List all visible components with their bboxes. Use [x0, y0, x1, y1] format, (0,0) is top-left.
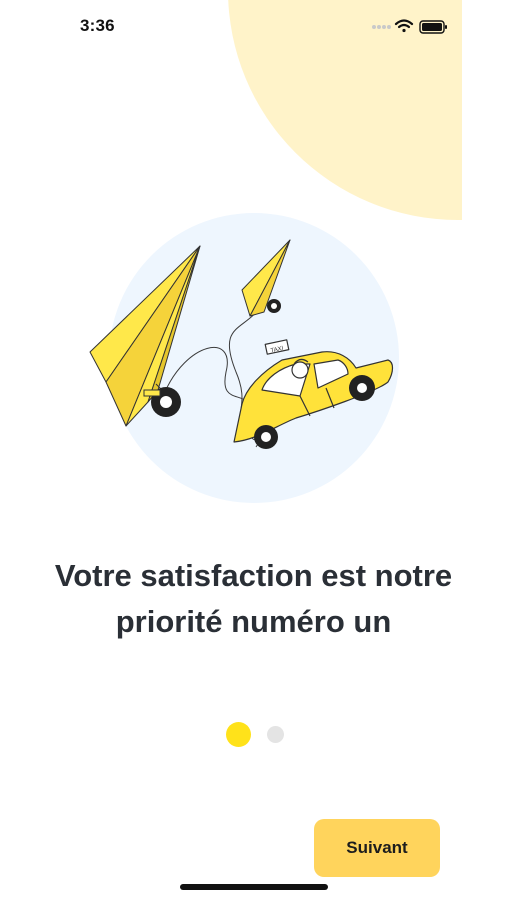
status-icons [372, 19, 447, 34]
status-bar: 3:36 [0, 0, 507, 54]
small-plane-wheel-icon [267, 299, 281, 313]
signal-dots-icon [372, 25, 391, 29]
page-dot[interactable] [267, 725, 284, 743]
taxi-front-wheel-icon [254, 425, 278, 449]
onboarding-illustration: TAXI [89, 213, 399, 503]
next-button[interactable]: Suivant [314, 819, 440, 877]
onboarding-title: Votre satisfaction est notre priorité nu… [54, 558, 453, 639]
wifi-icon [394, 19, 414, 33]
page-dot-active[interactable] [226, 721, 251, 747]
status-time: 3:36 [80, 16, 115, 35]
home-indicator[interactable] [180, 884, 328, 890]
battery-icon [419, 20, 447, 34]
taxi-rear-wheel-icon [349, 375, 375, 401]
page-indicator [226, 721, 284, 747]
